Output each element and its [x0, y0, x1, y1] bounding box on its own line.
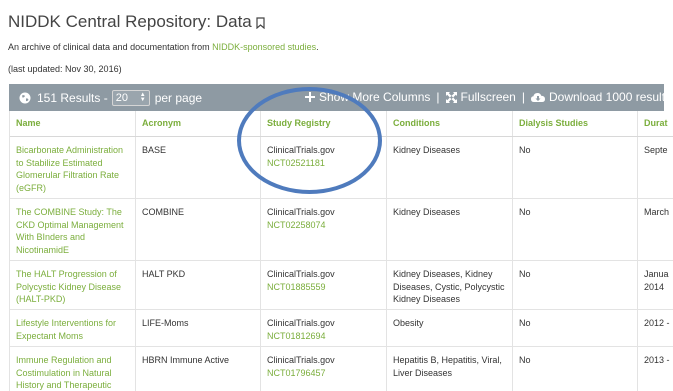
acronym-cell: LIFE-Moms [142, 318, 189, 328]
page-title-text: NIDDK Central Repository: Data [8, 12, 252, 31]
page-description: An archive of clinical data and document… [8, 42, 319, 52]
select-arrows-icon: ▲ ▼ [139, 92, 146, 103]
registry-cell: ClinicalTrials.gov NCT01812694 [267, 317, 335, 342]
nct-link[interactable]: NCT01796457 [267, 367, 335, 380]
duration-cell: March [644, 207, 670, 217]
study-name-link[interactable]: The COMBINE Study: The CKD Optimal Manag… [16, 206, 132, 256]
separator: | [521, 90, 525, 104]
registry-cell: ClinicalTrials.gov NCT01796457 [267, 354, 335, 379]
fullscreen-icon [445, 91, 457, 103]
dialysis-cell: No [519, 145, 531, 155]
description-end: . [316, 42, 319, 52]
dialysis-cell: No [519, 355, 531, 365]
table-row: The COMBINE Study: The CKD Optimal Manag… [10, 198, 673, 261]
page-size-value: 20 [115, 92, 128, 104]
nct-link[interactable]: NCT01812694 [267, 330, 335, 343]
dialysis-cell: No [519, 269, 531, 279]
registry-name: ClinicalTrials.gov [267, 355, 335, 365]
last-updated: (last updated: Nov 30, 2016) [8, 64, 122, 74]
study-name-link[interactable]: Bicarbonate Administration to Stabilize … [16, 144, 132, 194]
table-header: Name Acronym Study Registry Conditions D… [10, 111, 673, 137]
separator: | [436, 90, 440, 104]
globe-icon [19, 92, 31, 104]
table-row: Lifestyle Interventions for Expectant Mo… [10, 309, 673, 347]
show-more-columns-button[interactable]: Show More Columns [319, 90, 430, 104]
duration-cell: Septe [644, 145, 668, 155]
bookmark-icon[interactable] [256, 17, 265, 29]
results-count: 151 Results - [37, 91, 108, 105]
table-row: Immune Regulation and Costimulation in N… [10, 346, 673, 391]
column-header-acronym[interactable]: Acronym [142, 118, 181, 128]
page-size-select[interactable]: 20 ▲ ▼ [111, 90, 150, 106]
description-text: An archive of clinical data and document… [8, 42, 213, 52]
studies-table: Name Acronym Study Registry Conditions D… [9, 111, 673, 391]
conditions-cell: Kidney Diseases, Kidney Diseases, Cystic… [393, 269, 505, 304]
cloud-download-icon [530, 92, 545, 102]
nct-link[interactable]: NCT01885559 [267, 281, 335, 294]
column-header-conditions[interactable]: Conditions [393, 118, 440, 128]
duration-cell: Janua 2014 [644, 269, 669, 292]
table-row: The HALT Progression of Polycystic Kidne… [10, 260, 673, 310]
table-row: Bicarbonate Administration to Stabilize … [10, 136, 673, 199]
column-header-name[interactable]: Name [16, 118, 41, 128]
registry-name: ClinicalTrials.gov [267, 207, 335, 217]
conditions-cell: Kidney Diseases [393, 145, 461, 155]
column-header-dialysis-studies[interactable]: Dialysis Studies [519, 118, 588, 128]
column-header-duration[interactable]: Durat [644, 118, 668, 128]
study-name-link[interactable]: Immune Regulation and Costimulation in N… [16, 354, 132, 391]
acronym-cell: HALT PKD [142, 269, 186, 279]
plus-icon [305, 92, 315, 102]
conditions-cell: Hepatitis B, Hepatitis, Viral, Liver Dis… [393, 355, 502, 378]
registry-name: ClinicalTrials.gov [267, 269, 335, 279]
acronym-cell: BASE [142, 145, 167, 155]
conditions-cell: Obesity [393, 318, 424, 328]
column-header-study-registry[interactable]: Study Registry [267, 118, 331, 128]
results-toolbar: 151 Results - 20 ▲ ▼ per page Show More C… [9, 84, 671, 111]
duration-cell: 2013 - [644, 355, 670, 365]
duration-cell: 2012 - [644, 318, 670, 328]
page-title: NIDDK Central Repository: Data [8, 12, 265, 32]
conditions-cell: Kidney Diseases [393, 207, 461, 217]
per-page-label: per page [154, 91, 203, 105]
acronym-cell: HBRN Immune Active [142, 355, 230, 365]
fullscreen-button[interactable]: Fullscreen [461, 90, 516, 104]
registry-name: ClinicalTrials.gov [267, 145, 335, 155]
study-name-link[interactable]: The HALT Progression of Polycystic Kidne… [16, 268, 132, 306]
nct-link[interactable]: NCT02521181 [267, 157, 335, 170]
registry-cell: ClinicalTrials.gov NCT01885559 [267, 268, 335, 293]
registry-name: ClinicalTrials.gov [267, 318, 335, 328]
study-name-link[interactable]: Lifestyle Interventions for Expectant Mo… [16, 317, 132, 342]
acronym-cell: COMBINE [142, 207, 185, 217]
dialysis-cell: No [519, 207, 531, 217]
dialysis-cell: No [519, 318, 531, 328]
registry-cell: ClinicalTrials.gov NCT02521181 [267, 144, 335, 169]
registry-cell: ClinicalTrials.gov NCT02258074 [267, 206, 335, 231]
nct-link[interactable]: NCT02258074 [267, 219, 335, 232]
download-button[interactable]: Download 1000 results [549, 90, 671, 104]
niddk-studies-link[interactable]: NIDDK-sponsored studies [212, 42, 316, 52]
